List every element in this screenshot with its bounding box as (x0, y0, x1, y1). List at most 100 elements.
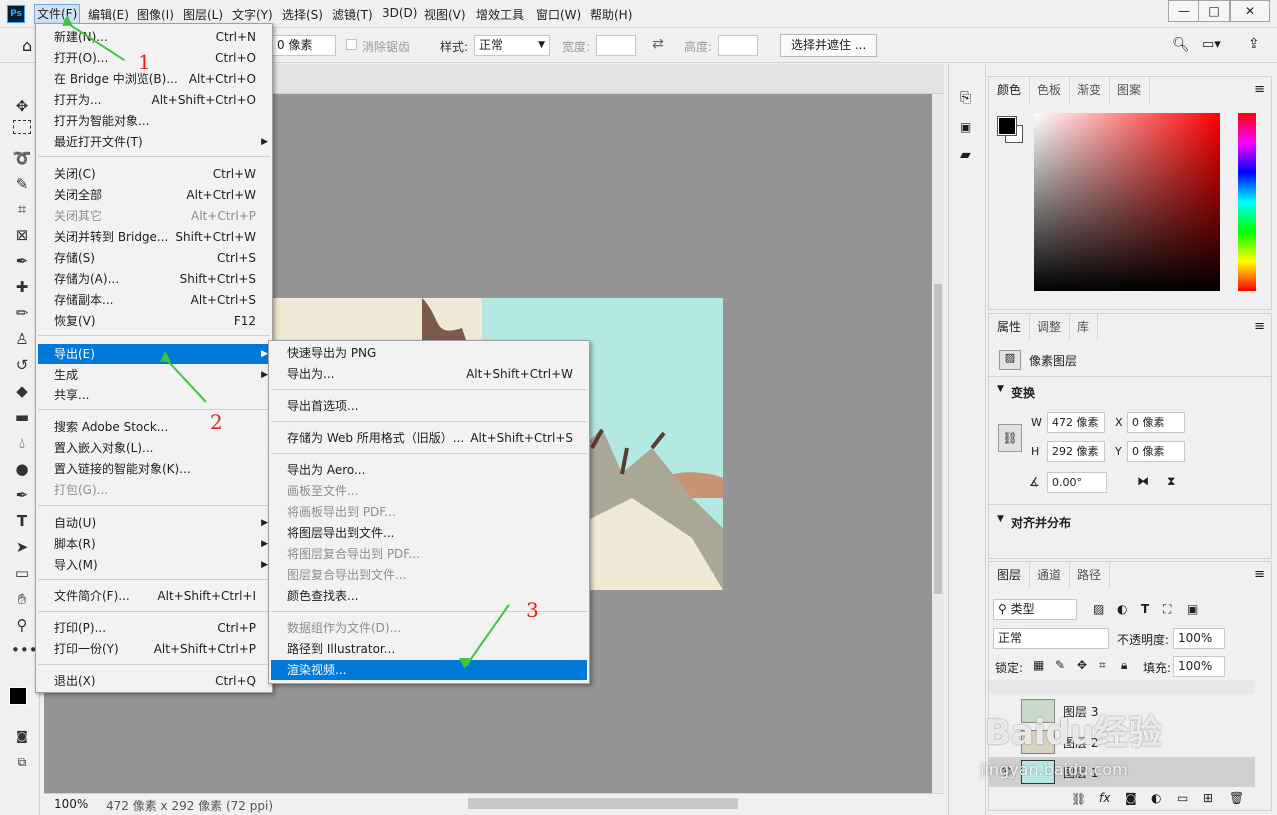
tab-paths[interactable]: 路径 (1069, 562, 1111, 588)
menu-plugins[interactable]: 增效工具 (476, 6, 524, 23)
menu-select[interactable]: 选择(S) (282, 6, 323, 23)
gradient-tool-icon[interactable]: ▬ (11, 406, 33, 428)
menu-item-color-lookup[interactable]: 颜色查找表... (271, 586, 587, 606)
style-select[interactable]: 正常 ▼ (474, 35, 550, 56)
menu-item-scripts[interactable]: 脚本(R) ▶ (38, 534, 270, 554)
tab-channels[interactable]: 通道 (1029, 562, 1071, 588)
menu-window[interactable]: 窗口(W) (536, 6, 581, 23)
height-field[interactable]: 292 像素 (1047, 441, 1105, 462)
link-layers-icon[interactable]: ⛓ (1071, 792, 1086, 806)
link-icon[interactable]: ⛓ (998, 424, 1022, 452)
crop-tool-icon[interactable]: ⌗ (11, 198, 33, 220)
type-tool-icon[interactable]: T (11, 510, 33, 532)
menu-item-place-embedded[interactable]: 置入嵌入对象(L)... (38, 438, 270, 458)
y-field[interactable]: 0 像素 (1127, 441, 1185, 462)
height-input[interactable] (718, 35, 758, 56)
lock-artboard-icon[interactable]: ⌗ (1099, 658, 1106, 673)
tool-presets-icon[interactable]: ▣ (960, 120, 971, 134)
tab-layers[interactable]: 图层 (989, 562, 1031, 588)
menu-image[interactable]: 图像(I) (137, 6, 174, 23)
width-field[interactable]: 472 像素 (1047, 412, 1105, 433)
menu-item-paths-illustrator[interactable]: 路径到 Illustrator... (271, 639, 587, 659)
opacity-input[interactable]: 100% (1173, 628, 1225, 649)
home-icon[interactable]: ⌂ (22, 36, 32, 55)
menu-item-open-as[interactable]: 打开为... Alt+Shift+Ctrl+O (38, 90, 270, 110)
menu-item-file-info[interactable]: 文件简介(F)... Alt+Shift+Ctrl+I (38, 586, 270, 606)
tab-patterns[interactable]: 图案 (1109, 77, 1151, 103)
screen-mode-icon[interactable]: ⧉ (11, 751, 33, 773)
chevron-down-icon[interactable]: ▼ (997, 514, 1004, 524)
move-tool-icon[interactable]: ✥ (11, 95, 33, 117)
menu-item-recent[interactable]: 最近打开文件(T) ▶ (38, 132, 270, 152)
menu-item-save-copy[interactable]: 存储副本... Alt+Ctrl+S (38, 290, 270, 310)
tab-adjustments[interactable]: 调整 (1029, 314, 1071, 340)
brush-tool-icon[interactable]: ✏ (11, 302, 33, 324)
stamp-tool-icon[interactable]: ♙ (11, 328, 33, 350)
tab-color[interactable]: 颜色 (989, 77, 1031, 103)
scroll-thumb[interactable] (934, 284, 942, 594)
menu-item-automate[interactable]: 自动(U) ▶ (38, 513, 270, 533)
close-window-button[interactable]: ✕ (1230, 0, 1270, 22)
minimize-button[interactable]: — (1168, 0, 1200, 22)
new-adjustment-icon[interactable]: ◐ (1151, 791, 1161, 805)
menu-item-render-video[interactable]: 渲染视频... (271, 660, 587, 680)
eyedropper-icon[interactable]: ✒ (11, 250, 33, 272)
foreground-color-swatch[interactable] (9, 687, 27, 705)
menu-item-save-as[interactable]: 存储为(A)... Shift+Ctrl+S (38, 269, 270, 289)
angle-field[interactable]: 0.00° (1047, 472, 1107, 493)
tab-swatches[interactable]: 色板 (1029, 77, 1071, 103)
menu-item-save-for-web[interactable]: 存储为 Web 所用格式（旧版）... Alt+Shift+Ctrl+S (271, 428, 587, 448)
menu-item-exit[interactable]: 退出(X) Ctrl+Q (38, 671, 270, 691)
menu-item-adobe-stock[interactable]: 搜索 Adobe Stock... (38, 417, 270, 437)
tab-libraries[interactable]: 库 (1069, 314, 1099, 340)
menu-item-place-linked[interactable]: 置入链接的智能对象(K)... (38, 459, 270, 479)
new-group-icon[interactable]: ▭ (1177, 791, 1188, 805)
panel-menu-icon[interactable]: ≡ (1254, 82, 1265, 97)
foreground-color-chip[interactable] (997, 116, 1017, 136)
menu-item-quick-export-png[interactable]: 快速导出为 PNG (271, 343, 587, 363)
menu-item-open[interactable]: 打开(O)... Ctrl+O (38, 48, 270, 68)
workspace-icon[interactable]: ▭▾ (1202, 37, 1221, 52)
menu-item-export-aero[interactable]: 导出为 Aero... (271, 460, 587, 480)
zoom-level[interactable]: 100% (54, 797, 88, 811)
menu-filter[interactable]: 滤镜(T) (332, 6, 373, 23)
select-and-mask-button[interactable]: 选择并遮住 ... (780, 34, 878, 57)
menu-item-close-bridge[interactable]: 关闭并转到 Bridge... Shift+Ctrl+W (38, 227, 270, 247)
vertical-scrollbar[interactable] (932, 94, 944, 793)
menu-help[interactable]: 帮助(H) (590, 6, 632, 23)
filter-shape-icon[interactable]: ⛶ (1163, 602, 1171, 617)
history-brush-icon[interactable]: ↺ (11, 354, 33, 376)
eraser-tool-icon[interactable]: ◆ (11, 380, 33, 402)
fx-icon[interactable]: fx (1099, 791, 1110, 805)
healing-brush-icon[interactable]: ✚ (11, 276, 33, 298)
layer-filter-select[interactable]: ⚲ 类型 (993, 599, 1077, 620)
filter-pixel-icon[interactable]: ▨ (1093, 602, 1104, 616)
menu-item-import[interactable]: 导入(M) ▶ (38, 555, 270, 575)
horizontal-scroll-thumb[interactable] (468, 798, 738, 809)
menu-layer[interactable]: 图层(L) (183, 6, 223, 23)
dodge-tool-icon[interactable]: ● (11, 458, 33, 480)
menu-item-generate[interactable]: 生成 ▶ (38, 365, 270, 385)
menu-item-revert[interactable]: 恢复(V) F12 (38, 311, 270, 331)
blur-tool-icon[interactable]: 💧︎ (11, 432, 33, 454)
lock-position-icon[interactable]: ✥ (1077, 658, 1087, 672)
path-select-icon[interactable]: ➤ (11, 536, 33, 558)
share-icon[interactable]: ⇪ (1248, 36, 1260, 52)
menu-item-layers-to-files[interactable]: 将图层导出到文件... (271, 523, 587, 543)
history-icon[interactable]: ⎘ (960, 90, 971, 106)
fill-input[interactable]: 100% (1173, 656, 1225, 677)
menu-file[interactable]: 文件(F) (34, 4, 81, 24)
feather-input[interactable]: 0 像素 (272, 35, 336, 56)
menu-item-export[interactable]: 导出(E) ▶ (38, 344, 270, 364)
menu-item-new[interactable]: 新建(N)... Ctrl+N (38, 27, 270, 47)
swap-icon[interactable]: ⇄ (652, 36, 664, 52)
menu-item-export-as[interactable]: 导出为... Alt+Shift+Ctrl+W (271, 364, 587, 384)
menu-type[interactable]: 文字(Y) (232, 6, 273, 23)
comments-icon[interactable]: ▰ (960, 147, 971, 163)
antialias-checkbox[interactable] (346, 39, 357, 50)
menu-item-bridge[interactable]: 在 Bridge 中浏览(B)... Alt+Ctrl+O (38, 69, 270, 89)
menu-view[interactable]: 视图(V) (424, 6, 466, 23)
quick-mask-icon[interactable]: ◙ (11, 725, 33, 747)
width-input[interactable] (596, 35, 636, 56)
filter-adjustment-icon[interactable]: ◐ (1117, 602, 1127, 616)
